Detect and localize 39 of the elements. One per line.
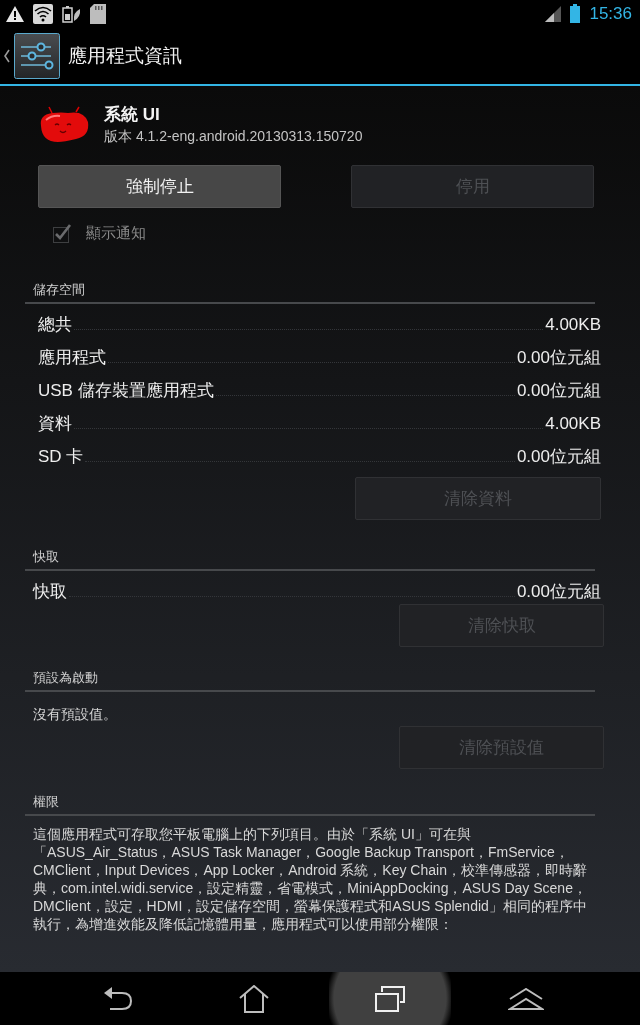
storage-value: 4.00KB (545, 314, 601, 336)
permissions-text: 這個應用程式可存取您平板電腦上的下列項目。由於「系統 UI」可在與「ASUS_Air_Status，ASUS Task Manager，Google Backup Transport，FmService，CMClient，Input Devices，App Locker，Android 系統，Key Chain，校準傳感器，即時辭典，com.intel.widi.service，設定精靈，省電模式，MiniAppDocking，ASUS Day Scene，DMClient，設定，HDMI，設定儲存空間，螢幕保護程式和ASUS Splendid」相同的程序中執行，為增進效能及降低記憶體用量，應用程式可以使用部分權限： (33, 825, 588, 933)
storage-label: 快取 (33, 581, 67, 603)
force-stop-button[interactable]: 強制停止 (38, 165, 281, 208)
section-header: 預設為啟動 (33, 670, 98, 685)
signal-icon (545, 5, 562, 22)
home-icon (239, 984, 269, 1013)
storage-value: 0.00位元組 (516, 446, 601, 468)
back-icon (104, 986, 132, 1011)
checkbox-label: 顯示通知 (86, 223, 146, 243)
app-version: 版本 4.1.2-eng.android.20130313.150720 (104, 127, 363, 146)
storage-label: USB 儲存裝置應用程式 (38, 380, 214, 402)
storage-label: 總共 (38, 314, 72, 336)
app-name: 系統 UI (104, 104, 161, 126)
up-button[interactable] (4, 32, 60, 79)
recent-apps-icon (375, 985, 405, 1012)
battery-icon (570, 4, 581, 23)
nav-button[interactable] (329, 972, 451, 1025)
caret-icon (4, 48, 10, 63)
section-header: 快取 (33, 549, 59, 564)
storage-label: SD 卡 (38, 446, 84, 468)
bean-mascot-icon (38, 106, 90, 144)
battery-leaf-icon (62, 4, 81, 23)
wifi-icon (33, 3, 53, 24)
warning-icon (6, 5, 24, 22)
storage-value: 0.00位元組 (516, 380, 601, 402)
double-chevron-icon (508, 987, 544, 1010)
sd-card-icon (90, 3, 106, 24)
storage-label: 資料 (38, 413, 72, 435)
storage-label: 應用程式 (38, 347, 106, 369)
clock: 15:36 (589, 3, 632, 24)
section-header: 儲存空間 (33, 282, 85, 297)
storage-value: 4.00KB (545, 413, 601, 435)
screen-title: 應用程式資訊 (68, 43, 182, 68)
sliders-icon (14, 32, 60, 79)
no-defaults-text: 沒有預設值。 (33, 705, 117, 724)
storage-value: 0.00位元組 (516, 347, 601, 369)
storage-value: 0.00位元組 (516, 581, 601, 603)
section-header: 權限 (33, 794, 59, 809)
